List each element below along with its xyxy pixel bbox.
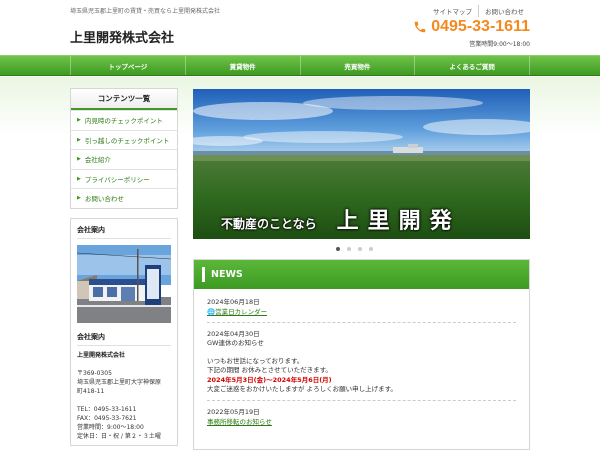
phone-number[interactable]: 0495-33-1611 [431, 18, 530, 36]
news-item: 2024年04月30日 GW連休のお知らせ いつもお世話になっております。 下記… [207, 330, 516, 401]
info-fax: FAX：0495-33-7621 [77, 414, 137, 422]
hero-caption-small: 不動産のことなら [221, 217, 317, 231]
menu-item-label: 引っ越しのチェックポイント [84, 136, 170, 145]
news-link-office-move[interactable]: 事務所移転のお知らせ [207, 417, 516, 427]
menu-item-moving-checkpoints[interactable]: ▶ 引っ越しのチェックポイント [71, 129, 177, 150]
phone-block: 0495-33-1611 [413, 18, 530, 36]
slider-dot-2[interactable] [347, 247, 351, 251]
info-holidays: 定休日：日・祝 / 第２・３土曜 [77, 432, 161, 440]
menu-item-viewing-checkpoints[interactable]: ▶ 内見時のチェックポイント [71, 110, 177, 130]
info-tel: TEL：0495-33-1611 [77, 405, 137, 413]
slider-dot-1[interactable] [336, 247, 340, 251]
nav-sale[interactable]: 売買物件 [299, 56, 415, 75]
info-company-name: 上里開発株式会社 [77, 351, 126, 359]
company-logo-title[interactable]: 上里開発株式会社 [70, 27, 174, 46]
site-tagline: 埼玉県児玉郡上里町の賃貸・売買なら上里開発株式会社 [70, 8, 221, 15]
triangle-right-icon: ▶ [77, 136, 81, 143]
news-panel: NEWS 2024年06月18日 🌐営業日カレンダー 2024年04月30日 G… [193, 259, 530, 450]
menu-title: コンテンツ一覧 [71, 89, 177, 110]
nav-faq[interactable]: よくあるご質問 [414, 56, 530, 75]
menu-item-label: プライバシーポリシー [84, 175, 150, 184]
triangle-right-icon: ▶ [77, 117, 81, 124]
news-list: 2024年06月18日 🌐営業日カレンダー 2024年04月30日 GW連休のお… [194, 289, 529, 432]
business-hours: 営業時間9:00～18:00 [469, 41, 530, 48]
news-text-line: 大変ご迷惑をおかけいたしますが よろしくお願い申し上げます。 [207, 385, 397, 393]
news-header-accent [202, 267, 205, 282]
menu-item-privacy-policy[interactable]: ▶ プライバシーポリシー [71, 168, 177, 189]
contact-link[interactable]: お問い合わせ [478, 5, 530, 17]
triangle-right-icon: ▶ [77, 175, 81, 182]
news-text-line: いつもお世話になっております。 [207, 356, 304, 365]
news-text-line: 下記の期間 お休みとさせていただきます。 [207, 366, 332, 374]
company-info-box: 会社案内 会社案内 上里開発株式会社 〒369-0305 埼玉県児玉郡上里町大字… [70, 217, 178, 446]
sidebar: コンテンツ一覧 ▶ 内見時のチェックポイント ▶ 引っ越しのチェックポイント ▶ 会社… [70, 88, 178, 446]
news-header: NEWS [194, 260, 529, 289]
menu-item-label: お問い合わせ [84, 195, 124, 204]
menu-item-label: 会社紹介 [84, 156, 111, 165]
menu-item-label: 内見時のチェックポイント [84, 117, 163, 126]
info-address-line1: 埼玉県児玉郡上里町大字神保原 [77, 378, 162, 386]
phone-icon [414, 21, 426, 33]
hero-caption: 不動産のことなら 上里開発 [221, 203, 461, 235]
triangle-right-icon: ▶ [77, 195, 81, 202]
info-heading-secondary: 会社案内 [77, 329, 171, 346]
info-heading: 会社案内 [77, 225, 171, 239]
info-hours: 営業時間：9:00～18:00 [77, 423, 144, 431]
hero-slider[interactable]: 不動産のことなら 上里開発 [193, 89, 530, 239]
info-postal-code: 〒369-0305 [77, 369, 112, 377]
hero-caption-big: 上里開発 [336, 209, 461, 234]
info-address-line2: 町418-11 [77, 387, 105, 395]
main-nav: トップページ 賃貸物件 売買物件 よくあるご質問 [0, 55, 600, 76]
slider-pagination [336, 247, 380, 251]
utility-links: サイトマップ お問い合わせ [427, 5, 530, 17]
news-date: 2024年06月18日 [207, 298, 260, 306]
triangle-right-icon: ▶ [77, 156, 81, 163]
news-heading: GW連休のお知らせ [207, 339, 264, 347]
slider-dot-3[interactable] [358, 247, 362, 251]
sitemap-link[interactable]: サイトマップ [427, 5, 478, 17]
info-blank-line [77, 396, 171, 405]
news-holiday-period: 2024年5月3日(金)～2024年5月6日(月) [207, 375, 332, 384]
contents-menu: コンテンツ一覧 ▶ 内見時のチェックポイント ▶ 引っ越しのチェックポイント ▶ 会社… [70, 88, 178, 209]
news-link-calendar[interactable]: 🌐営業日カレンダー [207, 307, 516, 317]
nav-top-page[interactable]: トップページ [70, 56, 185, 75]
slider-dot-4[interactable] [369, 247, 373, 251]
news-date: 2022年05月19日 [207, 407, 260, 416]
nav-rental[interactable]: 賃貸物件 [184, 56, 300, 75]
menu-item-company-intro[interactable]: ▶ 会社紹介 [71, 149, 177, 169]
news-item: 2022年05月19日 事務所移転のお知らせ [207, 408, 516, 432]
news-title: NEWS [211, 269, 243, 280]
news-date: 2024年04月30日 [207, 330, 260, 338]
office-photo [77, 244, 171, 323]
news-item: 2024年06月18日 🌐営業日カレンダー [207, 298, 516, 323]
menu-item-contact[interactable]: ▶ お問い合わせ [71, 188, 177, 208]
